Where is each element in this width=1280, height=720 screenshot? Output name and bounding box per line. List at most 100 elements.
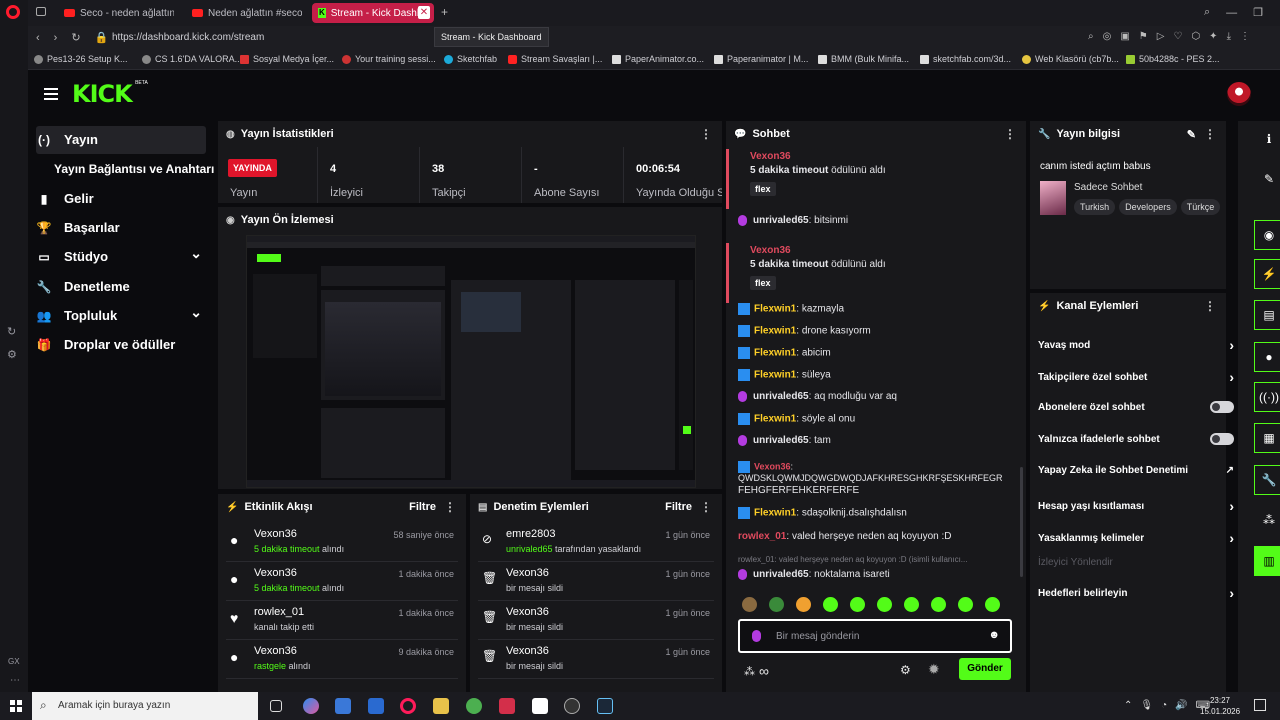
- chat-username[interactable]: Flexwin1: [754, 326, 796, 337]
- copilot-icon[interactable]: [303, 698, 319, 714]
- windows-start-icon[interactable]: [10, 700, 22, 712]
- clock[interactable]: 23:27 15.01.2026: [1200, 695, 1240, 717]
- download-icon[interactable]: ⤓: [1227, 31, 1231, 42]
- task-view-icon[interactable]: [270, 700, 282, 712]
- zoom-icon[interactable]: ⌕: [1088, 31, 1094, 42]
- wrench-icon[interactable]: 🔧: [1254, 465, 1280, 495]
- chat-message[interactable]: rowlex_01: valed herşeye neden aq koyuyo…: [738, 531, 952, 542]
- menu-icon[interactable]: ⋮: [1240, 31, 1250, 42]
- toggle-switch[interactable]: [1210, 401, 1234, 413]
- mod-shield-icon[interactable]: ✹: [928, 661, 940, 678]
- opera-logo-icon[interactable]: [6, 5, 20, 19]
- moderation-row[interactable]: 🗑 Vexon36 bir mesajı sildi 1 gün önce: [478, 563, 714, 601]
- minimize-icon[interactable]: —: [1226, 7, 1237, 19]
- bookmark[interactable]: sketchfab.com/3d...: [920, 54, 1011, 64]
- chat-username[interactable]: unrivaled65: [753, 435, 809, 446]
- bookmark[interactable]: 50b4288c - PES 2...: [1126, 54, 1220, 64]
- bookmark[interactable]: Sosyal Medya İçer...: [240, 54, 334, 64]
- chat-message[interactable]: FEHGFERFEHKERFERFE: [738, 485, 859, 496]
- settings-gear-icon[interactable]: ⚙: [900, 663, 911, 677]
- chat-scrollbar[interactable]: [1020, 467, 1023, 577]
- mail-icon[interactable]: [368, 698, 384, 714]
- chat-message[interactable]: Flexwin1: sdaşolknij.dsalışhdalısn: [738, 507, 907, 519]
- vpn-icon[interactable]: ⚑: [1139, 31, 1148, 42]
- screenshot-icon[interactable]: ▣: [1120, 31, 1129, 42]
- tab-seco-2[interactable]: Neden ağlattın #seco #tu: [186, 3, 302, 23]
- send-button[interactable]: Gönder: [959, 658, 1011, 680]
- category-name[interactable]: Sadece Sohbet: [1074, 182, 1142, 193]
- nav-item-studyo[interactable]: ▭ Stüdyo ⌄: [36, 245, 202, 264]
- emote-icon[interactable]: [769, 597, 784, 612]
- moderation-row[interactable]: 🗑 Vexon36 bir mesajı sildi 1 gün önce: [478, 602, 714, 640]
- app-icon[interactable]: [499, 698, 515, 714]
- more-icon[interactable]: ⋯: [10, 675, 20, 686]
- bookmark[interactable]: Pes13-26 Setup K...: [34, 54, 128, 64]
- app-icon[interactable]: [466, 698, 482, 714]
- bookmark[interactable]: Paperanimator | M...: [714, 54, 808, 64]
- broadcast-icon[interactable]: ((·)): [1254, 382, 1280, 412]
- points-icon[interactable]: ⁂: [1254, 505, 1280, 535]
- nav-item-droplar[interactable]: 🎁 Droplar ve ödüller: [36, 337, 176, 352]
- heart-icon[interactable]: ♡: [1173, 31, 1182, 42]
- more-options-icon[interactable]: ⋮: [1204, 127, 1216, 141]
- channel-action-2[interactable]: Abonelere özel sohbet: [1038, 401, 1234, 413]
- filter-button[interactable]: Filtre: [665, 501, 692, 513]
- tray-chevron-icon[interactable]: ⌃: [1124, 700, 1132, 711]
- emote-icon[interactable]: [904, 597, 919, 612]
- chat-username[interactable]: rowlex_01: [738, 531, 786, 542]
- emote-icon[interactable]: [958, 597, 973, 612]
- close-tab-icon[interactable]: ✕: [418, 6, 430, 19]
- chat-username[interactable]: Vexon36: [750, 151, 791, 162]
- bookmark[interactable]: Stream Savaşları |...: [508, 54, 602, 64]
- chat-username[interactable]: Vexon36: [750, 245, 791, 256]
- new-tab-icon[interactable]: +: [441, 5, 448, 19]
- mic-icon[interactable]: 🎙: [1140, 700, 1153, 711]
- emote-icon[interactable]: [877, 597, 892, 612]
- volume-icon[interactable]: 🔊: [1175, 700, 1187, 711]
- chat-username[interactable]: Flexwin1: [754, 508, 796, 519]
- history-icon[interactable]: ↻: [7, 325, 16, 338]
- nav-item-basarilar[interactable]: 🏆 Başarılar: [36, 220, 120, 235]
- stream-tag[interactable]: Developers: [1119, 199, 1177, 215]
- preview-icon[interactable]: ◉: [1254, 220, 1280, 250]
- search-tabs-icon[interactable]: ⌕: [1204, 6, 1210, 19]
- bookmark[interactable]: PaperAnimator.co...: [612, 54, 704, 64]
- stream-tag[interactable]: Türkçe: [1180, 199, 1221, 215]
- channel-action-0[interactable]: Yavaş mod ›: [1038, 337, 1234, 353]
- restore-icon[interactable]: ❐: [1253, 6, 1263, 19]
- chat-message[interactable]: unrivaled65: aq modluğu var aq: [738, 391, 897, 402]
- clapperboard-icon[interactable]: ▥: [1254, 546, 1280, 576]
- store-icon[interactable]: [335, 698, 351, 714]
- channel-action-6[interactable]: Yasaklanmış kelimeler ›: [1038, 530, 1234, 546]
- chat-input[interactable]: Bir mesaj gönderin ☻: [738, 619, 1012, 653]
- chat-message[interactable]: rowlex_01: valed herşeye neden aq koyuyo…: [738, 555, 967, 564]
- more-options-icon[interactable]: ⋮: [444, 500, 456, 514]
- emoji-picker-icon[interactable]: ☻: [988, 629, 1000, 641]
- chat-username[interactable]: Flexwin1: [754, 414, 796, 425]
- more-options-icon[interactable]: ⋮: [1204, 299, 1216, 313]
- chat-message[interactable]: Flexwin1: drone kasıyorm: [738, 325, 871, 337]
- chat-message[interactable]: Flexwin1: söyle al onu: [738, 413, 855, 425]
- emote-icon[interactable]: [850, 597, 865, 612]
- more-options-icon[interactable]: ⋮: [700, 500, 712, 514]
- filter-button[interactable]: Filtre: [409, 501, 436, 513]
- camera-icon[interactable]: ◎: [1103, 31, 1112, 42]
- emote-icon[interactable]: [985, 597, 1000, 612]
- nav-item-stream-key[interactable]: Yayın Bağlantısı ve Anahtarı: [54, 162, 214, 176]
- chat-username[interactable]: unrivaled65: [753, 391, 809, 402]
- box-icon[interactable]: ⬡: [1191, 31, 1200, 42]
- emote-icon[interactable]: [742, 597, 757, 612]
- chat-username[interactable]: Vexon36: [754, 461, 791, 471]
- file-explorer-icon[interactable]: [433, 698, 449, 714]
- app-icon[interactable]: [532, 698, 548, 714]
- channel-action-1[interactable]: Takipçilere özel sohbet ›: [1038, 369, 1234, 385]
- chat-username[interactable]: Flexwin1: [754, 348, 796, 359]
- chat-bubble-icon[interactable]: ●: [1254, 342, 1280, 372]
- bookmark[interactable]: CS 1.6'DA VALORA...: [142, 54, 242, 64]
- more-options-icon[interactable]: ⋮: [1004, 127, 1016, 141]
- opera-gx-icon[interactable]: [400, 698, 416, 714]
- channel-action-3[interactable]: Yalnızca ifadelerle sohbet: [1038, 433, 1234, 445]
- taskbar-search[interactable]: ⌕ Aramak için buraya yazın: [32, 692, 258, 720]
- printer-icon[interactable]: ▦: [1254, 423, 1280, 453]
- channel-action-8[interactable]: Hedefleri belirleyin ›: [1038, 585, 1234, 601]
